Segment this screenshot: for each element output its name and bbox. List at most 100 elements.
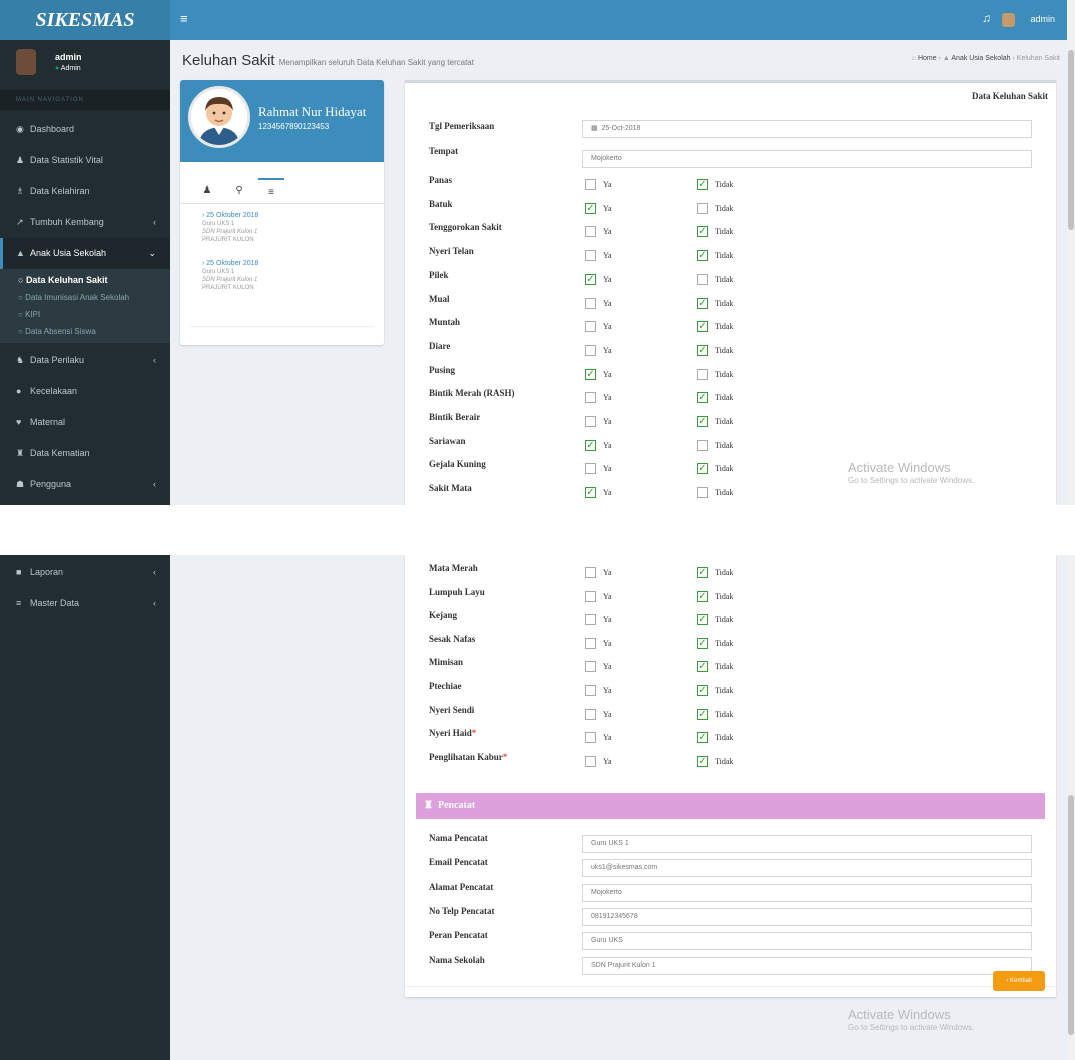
tidak-label: Tidak — [715, 369, 734, 379]
tidak-checkbox-sakit-mata[interactable] — [697, 487, 708, 499]
tidak-checkbox-mimisan[interactable]: ✓ — [697, 661, 708, 673]
ya-checkbox-penglihatan-kabur[interactable] — [585, 755, 596, 767]
submenu-item-data-imunisasi-anak-sekolah[interactable]: ○ Data Imunisasi Anak Sekolah — [0, 289, 170, 306]
tidak-checkbox-lumpuh-layu[interactable]: ✓ — [697, 590, 708, 602]
bell-icon[interactable]: ♫ — [982, 11, 991, 25]
scrollbar-thumb[interactable] — [1068, 795, 1074, 1035]
tidak-checkbox-gejala-kuning[interactable]: ✓ — [697, 463, 708, 475]
users-icon: ♞ — [16, 355, 25, 365]
breadcrumb-home[interactable]: Home — [918, 55, 937, 62]
scrollbar[interactable] — [1067, 0, 1075, 505]
tidak-checkbox-tenggorokan-sakit[interactable]: ✓ — [697, 226, 708, 238]
tidak-checkbox-ptechiae[interactable]: ✓ — [697, 685, 708, 696]
tidak-checkbox-muntah[interactable]: ✓ — [697, 321, 708, 333]
top-user-name[interactable]: admin — [1030, 14, 1055, 24]
tidak-checkbox-pusing[interactable] — [697, 368, 708, 380]
ya-checkbox-nyeri-telan[interactable] — [585, 250, 596, 262]
submenu-item-kipi[interactable]: ○ KIPI — [0, 306, 170, 323]
symptom-label-text: Sakit Mata — [429, 483, 472, 494]
tgl-pemeriksaan-input[interactable]: ▦ 25-Oct-2018 — [582, 120, 1032, 138]
ya-checkbox-pilek[interactable]: ✓ — [585, 273, 596, 285]
history-entry[interactable]: › 25 Oktober 2018 Guru UKS 1 SDN Prajurit … — [202, 212, 258, 244]
pencatat-input-peran-pencatat[interactable]: Guru UKS — [582, 932, 1032, 951]
ya-checkbox-batuk[interactable]: ✓ — [585, 202, 596, 214]
ya-checkbox-gejala-kuning[interactable] — [585, 463, 596, 475]
breadcrumb-section[interactable]: Anak Usia Sekolah — [951, 55, 1010, 62]
tab-location-icon[interactable]: ⚲ — [226, 178, 252, 204]
tidak-checkbox-panas[interactable]: ✓ — [697, 179, 708, 190]
chevron-left-icon: ‹ — [153, 598, 156, 608]
brand-logo[interactable]: SIKESMAS — [0, 0, 170, 40]
sidebar-item-anak-usia-sekolah[interactable]: ▲ Anak Usia Sekolah ⌄ — [0, 238, 170, 269]
submenu-item-data-keluhan-sakit[interactable]: ○ Data Keluhan Sakit — [0, 272, 170, 289]
tidak-checkbox-nyeri-sendi[interactable]: ✓ — [697, 708, 708, 720]
back-button[interactable]: ‹ Kembali — [993, 971, 1045, 991]
ya-checkbox-bintik-merah-rash[interactable] — [585, 392, 596, 404]
tidak-checkbox-penglihatan-kabur[interactable]: ✓ — [697, 755, 708, 767]
sidebar-item-tumbuh-kembang[interactable]: ↗ Tumbuh Kembang ‹ — [0, 207, 170, 238]
tab-person-icon[interactable]: ♟ — [194, 178, 220, 204]
symptom-label-mimisan: Mimisan — [429, 657, 463, 667]
ya-checkbox-sesak-nafas[interactable] — [585, 637, 596, 649]
tidak-checkbox-bintik-merah-rash[interactable]: ✓ — [697, 392, 708, 404]
scrollbar[interactable] — [1067, 555, 1075, 1060]
tidak-checkbox-bintik-berair[interactable]: ✓ — [697, 416, 708, 427]
ya-checkbox-lumpuh-layu[interactable] — [585, 590, 596, 602]
ya-checkbox-mata-merah[interactable] — [585, 567, 596, 578]
tidak-checkbox-nyeri-telan[interactable]: ✓ — [697, 250, 708, 262]
sidebar-item-data-perilaku[interactable]: ♞ Data Perilaku ‹ — [0, 345, 170, 376]
pencatat-input-no-telp-pencatat[interactable]: 081912345678 — [582, 907, 1032, 926]
ya-checkbox-ptechiae[interactable] — [585, 685, 596, 696]
ya-label: Ya — [603, 203, 612, 213]
tidak-checkbox-nyeri-haid[interactable]: ✓ — [697, 732, 708, 744]
tidak-checkbox-sesak-nafas[interactable]: ✓ — [697, 637, 708, 649]
tidak-checkbox-mata-merah[interactable]: ✓ — [697, 567, 708, 578]
ya-checkbox-panas[interactable] — [585, 179, 596, 190]
ya-checkbox-mual[interactable] — [585, 297, 596, 309]
ya-checkbox-bintik-berair[interactable] — [585, 416, 596, 427]
tidak-checkbox-sariawan[interactable] — [697, 439, 708, 451]
pencatat-input-nama-pencatat[interactable]: Guru UKS 1 — [582, 835, 1032, 853]
tidak-checkbox-mual[interactable]: ✓ — [697, 297, 708, 309]
ya-checkbox-sakit-mata[interactable]: ✓ — [585, 487, 596, 499]
ya-checkbox-nyeri-sendi[interactable] — [585, 708, 596, 720]
tidak-label: Tidak — [715, 345, 734, 355]
ya-checkbox-muntah[interactable] — [585, 321, 596, 333]
pencatat-input-nama-sekolah[interactable]: SDN Prajurit Kulon 1 — [582, 956, 1032, 975]
pencatat-input-alamat-pencatat[interactable]: Mojokerto — [582, 883, 1032, 902]
tidak-checkbox-kejang[interactable]: ✓ — [697, 614, 708, 626]
tidak-checkbox-diare[interactable]: ✓ — [697, 344, 708, 356]
sidebar-item-laporan[interactable]: ■ Laporan ‹ — [0, 557, 170, 588]
tab-list-icon[interactable]: ≡ — [258, 178, 284, 204]
symptom-label-mual: Mual — [429, 294, 450, 304]
ya-label: Ya — [603, 322, 612, 332]
symptom-label-batuk: Batuk — [429, 199, 453, 209]
pencatat-input-email-pencatat[interactable]: uks1@sikesmas.com — [582, 859, 1032, 878]
sidebar-item-kecelakaan[interactable]: ● Kecelakaan — [0, 376, 170, 407]
tidak-checkbox-batuk[interactable] — [697, 202, 708, 214]
ya-checkbox-sariawan[interactable]: ✓ — [585, 439, 596, 451]
sidebar-item-pengguna[interactable]: ☗ Pengguna ‹ — [0, 469, 170, 500]
circle-icon: ○ — [18, 293, 26, 302]
tidak-checkbox-pilek[interactable] — [697, 273, 708, 285]
ya-checkbox-nyeri-haid[interactable] — [585, 732, 596, 744]
hamburger-menu-icon[interactable]: ≡ — [180, 11, 188, 26]
scrollbar-thumb[interactable] — [1068, 50, 1074, 230]
sidebar-item-data-kematian[interactable]: ♜ Data Kematian — [0, 438, 170, 469]
history-entry[interactable]: › 25 Oktober 2018 Guru UKS 1 SDN Prajurit … — [202, 260, 258, 292]
sidebar-item-maternal[interactable]: ♥ Maternal — [0, 407, 170, 438]
top-avatar[interactable] — [1002, 13, 1015, 27]
history-recorder: Guru UKS 1 — [202, 269, 235, 275]
screenshot-bottom: ■ Laporan ‹ ≡ Master Data ‹ Mata Merah Ya ✓ Tida… — [0, 555, 1075, 1060]
tempat-input[interactable]: Mojokerto — [582, 150, 1032, 168]
sidebar-item-dashboard[interactable]: ◉ Dashboard — [0, 114, 170, 145]
sidebar-item-master-data[interactable]: ≡ Master Data ‹ — [0, 588, 170, 619]
ya-checkbox-pusing[interactable]: ✓ — [585, 368, 596, 380]
submenu-item-data-absensi-siswa[interactable]: ○ Data Absensi Siswa — [0, 323, 170, 340]
sidebar-item-data-statistik-vital[interactable]: ♟ Data Statistik Vital — [0, 145, 170, 176]
ya-checkbox-mimisan[interactable] — [585, 661, 596, 673]
sidebar-item-data-kelahiran[interactable]: ♗ Data Kelahiran — [0, 176, 170, 207]
ya-checkbox-kejang[interactable] — [585, 614, 596, 626]
ya-checkbox-tenggorokan-sakit[interactable] — [585, 226, 596, 238]
ya-checkbox-diare[interactable] — [585, 344, 596, 356]
